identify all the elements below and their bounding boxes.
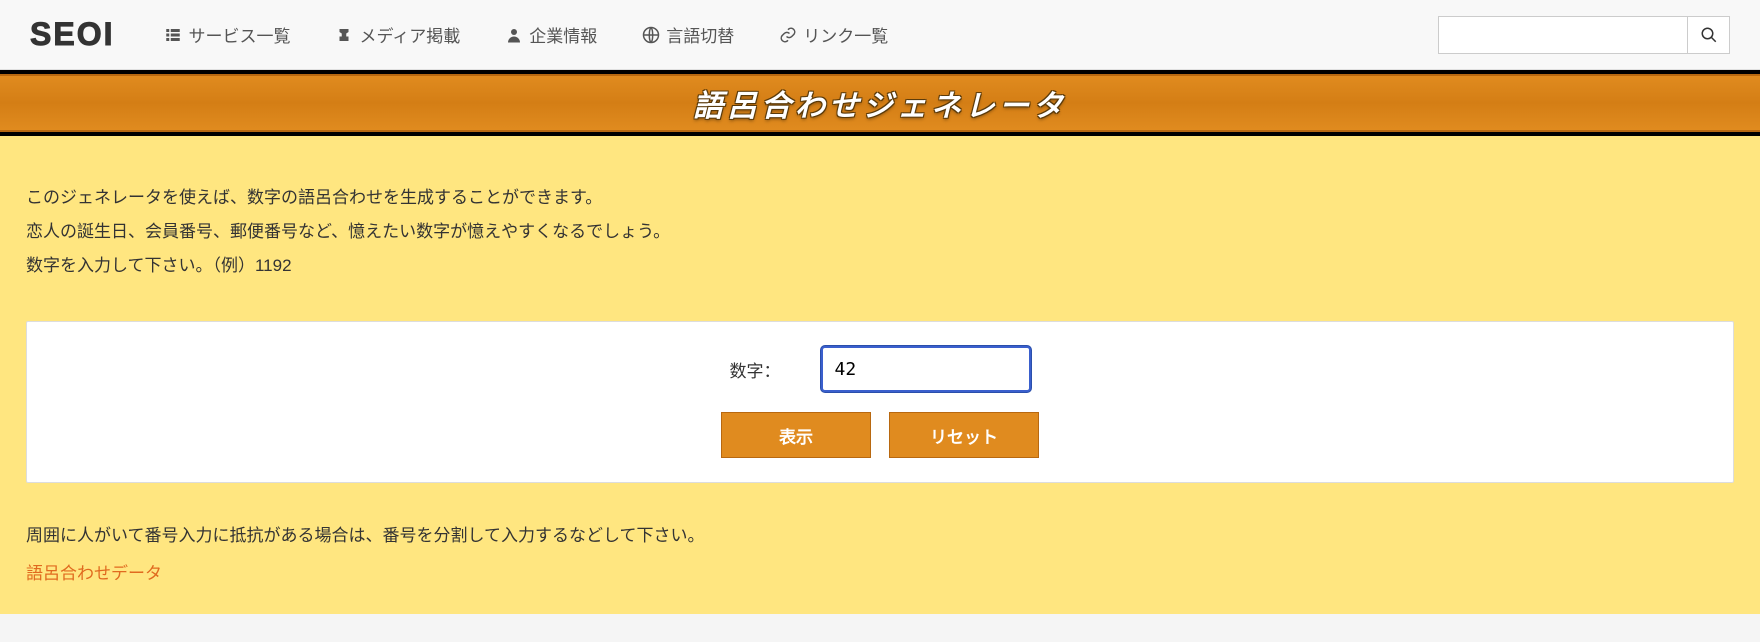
nav-label: リンク一覧: [803, 22, 888, 47]
list-icon: [164, 26, 182, 44]
data-link[interactable]: 語呂合わせデータ: [26, 559, 162, 584]
nav-label: サービス一覧: [188, 22, 290, 47]
intro-text: このジェネレータを使えば、数字の語呂合わせを生成することができます。 恋人の誕生…: [26, 181, 1734, 283]
intro-line: 恋人の誕生日、会員番号、郵便番号など、憶えたい数字が憶えやすくなるでしょう。: [26, 215, 1734, 249]
search-input[interactable]: [1438, 16, 1688, 54]
number-label: 数字：: [730, 357, 781, 382]
input-card: 数字： 表示 リセット: [26, 321, 1734, 483]
nav-label: 言語切替: [666, 22, 734, 47]
search-wrap: [1438, 16, 1730, 54]
search-button[interactable]: [1688, 16, 1730, 54]
intro-line: 数字を入力して下さい。（例）1192: [26, 249, 1734, 283]
top-nav-bar: SEOI サービス一覧 メディア掲載 企業情報 言語切替 リンク一覧: [0, 0, 1760, 70]
main-content: このジェネレータを使えば、数字の語呂合わせを生成することができます。 恋人の誕生…: [0, 136, 1760, 614]
page-title: 語呂合わせジェネレータ: [693, 81, 1067, 125]
nav-media[interactable]: メディア掲載: [335, 22, 460, 47]
nav-links[interactable]: リンク一覧: [779, 22, 888, 47]
globe-icon: [642, 26, 660, 44]
tower-icon: [335, 26, 353, 44]
search-icon: [1700, 26, 1718, 44]
user-icon: [505, 26, 523, 44]
reset-button[interactable]: リセット: [889, 412, 1039, 458]
number-input[interactable]: [821, 346, 1031, 392]
link-icon: [779, 26, 797, 44]
nav-company[interactable]: 企業情報: [505, 22, 597, 47]
nav-language[interactable]: 言語切替: [642, 22, 734, 47]
page-banner: 語呂合わせジェネレータ: [0, 74, 1760, 132]
submit-button[interactable]: 表示: [721, 412, 871, 458]
nav-label: メディア掲載: [359, 22, 460, 47]
nav-services[interactable]: サービス一覧: [164, 22, 290, 47]
nav-label: 企業情報: [529, 22, 597, 47]
footer-note: 周囲に人がいて番号入力に抵抗がある場合は、番号を分割して入力するなどして下さい。: [26, 519, 1734, 553]
site-logo[interactable]: SEOI: [30, 16, 114, 53]
intro-line: このジェネレータを使えば、数字の語呂合わせを生成することができます。: [26, 181, 1734, 215]
